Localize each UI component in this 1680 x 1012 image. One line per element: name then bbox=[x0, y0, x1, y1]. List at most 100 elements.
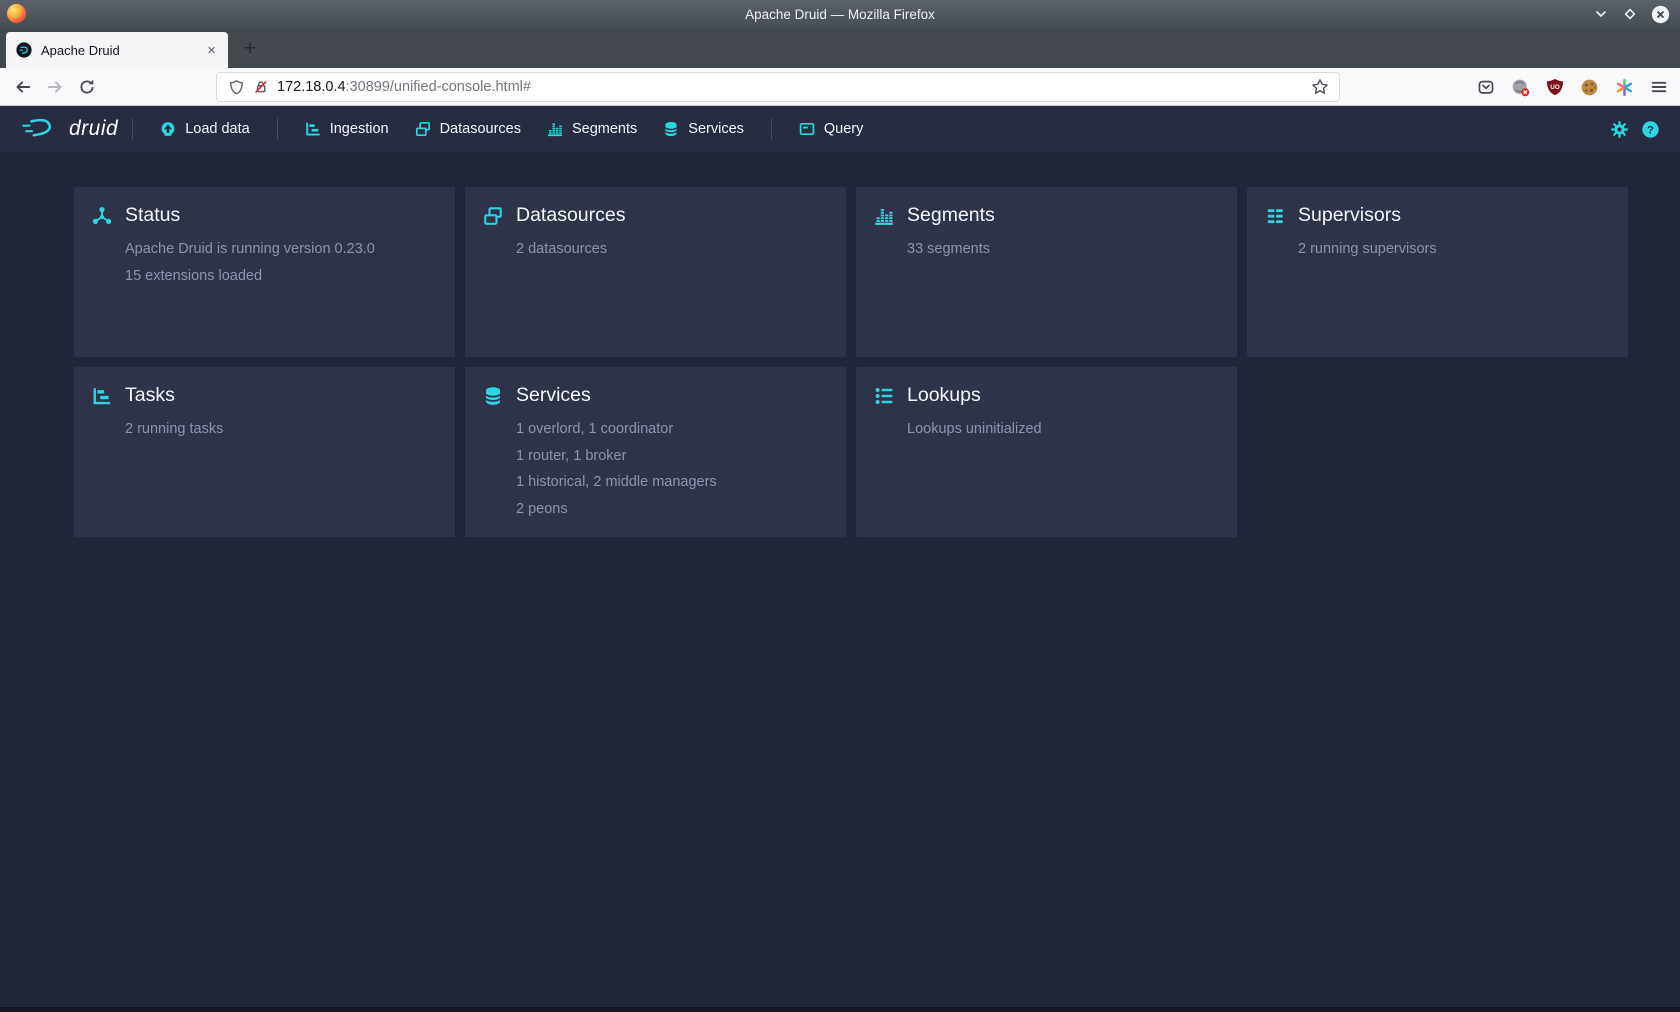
back-button[interactable] bbox=[14, 78, 32, 96]
minimize-button[interactable] bbox=[1593, 6, 1609, 22]
card-lookups[interactable]: Lookups Lookups uninitialized bbox=[856, 367, 1237, 537]
card-header: Datasources bbox=[483, 204, 828, 227]
tab-title: Apache Druid bbox=[41, 43, 205, 58]
card-title: Supervisors bbox=[1298, 204, 1401, 227]
card-header: Tasks bbox=[92, 384, 437, 407]
card-title: Segments bbox=[907, 204, 995, 227]
navbar-right-icons: ? bbox=[1610, 106, 1660, 152]
extension-asterisk-icon[interactable] bbox=[1615, 78, 1634, 97]
window-bottom-edge bbox=[0, 1007, 1680, 1012]
card-text-line: 2 running tasks bbox=[125, 416, 437, 443]
card-text-line: 1 router, 1 broker bbox=[516, 443, 828, 470]
card-body: Lookups uninitialized bbox=[907, 416, 1219, 443]
gantt-icon bbox=[305, 121, 321, 137]
card-title: Lookups bbox=[907, 384, 981, 407]
window-controls bbox=[1593, 0, 1670, 28]
multi-rect-icon bbox=[415, 121, 431, 137]
bar-segments-icon bbox=[547, 121, 563, 137]
url-host: 172.18.0.4 bbox=[277, 79, 346, 95]
card-services[interactable]: Services 1 overlord, 1 coordinator1 route… bbox=[465, 367, 846, 537]
tab-strip: Apache Druid × + bbox=[0, 28, 1680, 68]
navbar-divider bbox=[132, 118, 133, 140]
card-supervisors[interactable]: Supervisors 2 running supervisors bbox=[1247, 187, 1628, 357]
reload-button[interactable] bbox=[78, 78, 96, 96]
card-title: Datasources bbox=[516, 204, 625, 227]
url-text[interactable]: 172.18.0.4:30899/unified-console.html# bbox=[277, 79, 531, 95]
card-text-line: 33 segments bbox=[907, 236, 1219, 263]
card-title: Tasks bbox=[125, 384, 175, 407]
nav-item-label: Query bbox=[824, 121, 864, 137]
card-body: 1 overlord, 1 coordinator1 router, 1 bro… bbox=[516, 416, 828, 522]
nav-item-ingestion[interactable]: Ingestion bbox=[292, 106, 402, 152]
identity-blocked-icon[interactable] bbox=[1511, 78, 1530, 97]
card-text-line: 2 datasources bbox=[516, 236, 828, 263]
druid-navbar: druid Load data Ingestion Datasources Segme… bbox=[0, 106, 1680, 152]
svg-text:UO: UO bbox=[1550, 84, 1560, 91]
menu-hamburger-icon[interactable] bbox=[1650, 78, 1668, 96]
maximize-button[interactable] bbox=[1622, 6, 1638, 22]
database-icon bbox=[483, 386, 503, 406]
pocket-icon[interactable] bbox=[1477, 78, 1495, 96]
nav-item-label: Datasources bbox=[440, 121, 521, 137]
card-segments[interactable]: Segments 33 segments bbox=[856, 187, 1237, 357]
console-icon bbox=[799, 121, 815, 137]
card-header: Segments bbox=[874, 204, 1219, 227]
nav-item-label: Ingestion bbox=[330, 121, 389, 137]
multi-rect-icon bbox=[483, 206, 503, 226]
titlebar: Apache Druid — Mozilla Firefox bbox=[0, 0, 1680, 28]
help-icon[interactable]: ? bbox=[1641, 120, 1660, 139]
card-title: Status bbox=[125, 204, 180, 227]
nav-item-segments[interactable]: Segments bbox=[534, 106, 650, 152]
upload-icon bbox=[160, 121, 176, 137]
card-body: 2 running supervisors bbox=[1298, 236, 1610, 263]
list-columns-icon bbox=[1265, 206, 1285, 226]
card-body: 2 datasources bbox=[516, 236, 828, 263]
bookmark-star-icon[interactable] bbox=[1311, 78, 1329, 96]
graph-icon bbox=[92, 206, 112, 226]
card-text-line: 2 peons bbox=[516, 496, 828, 523]
card-body: 33 segments bbox=[907, 236, 1219, 263]
card-header: Supervisors bbox=[1265, 204, 1610, 227]
properties-icon bbox=[874, 386, 894, 406]
card-header: Status bbox=[92, 204, 437, 227]
card-text-line: 15 extensions loaded bbox=[125, 263, 437, 290]
nav-item-datasources[interactable]: Datasources bbox=[402, 106, 534, 152]
firefox-logo-icon bbox=[7, 4, 26, 23]
cookie-icon[interactable] bbox=[1580, 78, 1599, 97]
browser-tab-apache-druid[interactable]: Apache Druid × bbox=[6, 32, 228, 68]
nav-item-services[interactable]: Services bbox=[650, 106, 757, 152]
nav-item-label: Segments bbox=[572, 121, 637, 137]
new-tab-button[interactable]: + bbox=[237, 36, 263, 62]
close-button[interactable] bbox=[1651, 5, 1670, 24]
card-header: Services bbox=[483, 384, 828, 407]
card-status[interactable]: Status Apache Druid is running version 0.… bbox=[74, 187, 455, 357]
tab-favicon-druid-icon bbox=[16, 42, 32, 58]
tracking-shield-icon[interactable] bbox=[228, 79, 245, 96]
card-datasources[interactable]: Datasources 2 datasources bbox=[465, 187, 846, 357]
url-path: :30899/unified-console.html# bbox=[346, 79, 531, 95]
card-body: Apache Druid is running version 0.23.015… bbox=[125, 236, 437, 289]
bar-segments-icon bbox=[874, 206, 894, 226]
forward-button[interactable] bbox=[46, 78, 64, 96]
card-text-line: Lookups uninitialized bbox=[907, 416, 1219, 443]
nav-item-load-data[interactable]: Load data bbox=[147, 106, 263, 152]
card-header: Lookups bbox=[874, 384, 1219, 407]
ublock-origin-icon[interactable]: UO bbox=[1546, 78, 1564, 96]
card-text-line: Apache Druid is running version 0.23.0 bbox=[125, 236, 437, 263]
url-bar[interactable]: 172.18.0.4:30899/unified-console.html# bbox=[216, 72, 1340, 102]
browser-toolbar: 172.18.0.4:30899/unified-console.html# U… bbox=[0, 68, 1680, 106]
database-icon bbox=[663, 121, 679, 137]
svg-text:?: ? bbox=[1647, 124, 1654, 136]
nav-item-label: Services bbox=[688, 121, 744, 137]
navbar-divider bbox=[277, 118, 278, 140]
druid-logo[interactable]: druid bbox=[20, 116, 118, 143]
nav-item-label: Load data bbox=[185, 121, 250, 137]
nav-item-query[interactable]: Query bbox=[786, 106, 877, 152]
card-tasks[interactable]: Tasks 2 running tasks bbox=[74, 367, 455, 537]
insecure-lock-icon[interactable] bbox=[253, 79, 269, 95]
card-body: 2 running tasks bbox=[125, 416, 437, 443]
druid-mark-icon bbox=[20, 116, 62, 143]
gear-icon[interactable] bbox=[1610, 120, 1629, 139]
tab-close-icon[interactable]: × bbox=[205, 42, 218, 59]
card-text-line: 1 historical, 2 middle managers bbox=[516, 469, 828, 496]
